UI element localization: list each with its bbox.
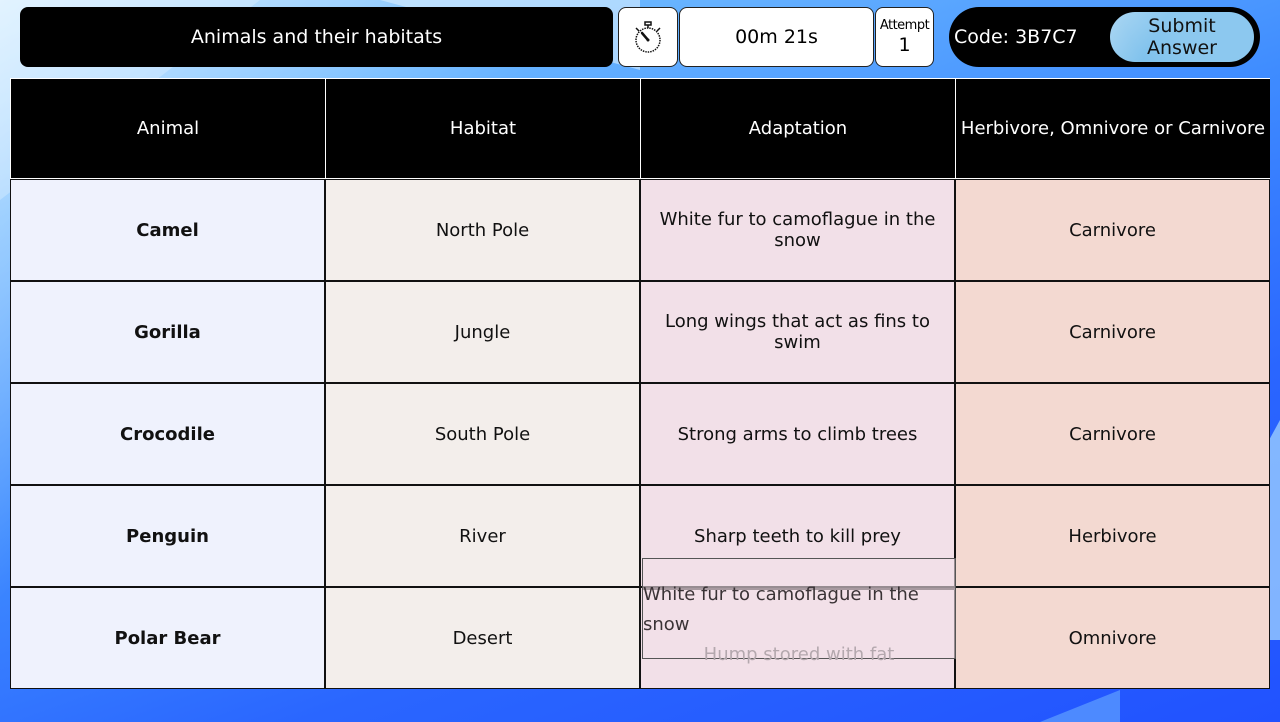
attempt-label: Attempt [879, 18, 930, 33]
diet-select[interactable]: Carnivore [955, 383, 1270, 485]
diet-select[interactable]: Omnivore [955, 587, 1270, 689]
elapsed-timer: 00m 21s [679, 7, 874, 67]
diet-select[interactable]: Herbivore [955, 485, 1270, 587]
column-header-adaptation: Adaptation [640, 78, 955, 179]
column-header-habitat: Habitat [325, 78, 640, 179]
adaptation-dropdown[interactable]: White fur to camoflague in the snow Hump… [642, 558, 956, 665]
matching-table: Animal Habitat Adaptation Herbivore, Omn… [10, 78, 1270, 689]
attempt-number: 1 [898, 34, 911, 56]
timer-value: 00m 21s [735, 26, 818, 48]
dropdown-option-list: White fur to camoflague in the snow Hump… [643, 584, 955, 665]
activity-title: Animals and their habitats [20, 7, 613, 67]
adaptation-select[interactable]: Long wings that act as fins to swim [640, 281, 955, 383]
activity-code: Code: 3B7C7 [954, 26, 1078, 48]
activity-title-text: Animals and their habitats [190, 26, 443, 48]
adaptation-select[interactable]: White fur to camoflague in the snow [640, 179, 955, 281]
background-facet [1040, 690, 1120, 722]
habitat-cell[interactable]: North Pole [325, 179, 640, 281]
diet-select[interactable]: Carnivore [955, 179, 1270, 281]
submit-answer-button[interactable]: Submit Answer [1110, 12, 1254, 62]
adaptation-select[interactable]: Strong arms to climb trees [640, 383, 955, 485]
submit-label-line1: Submit [1148, 15, 1216, 37]
habitat-cell[interactable]: Desert [325, 587, 640, 689]
diet-select[interactable]: Carnivore [955, 281, 1270, 383]
stopwatch-icon [635, 21, 661, 53]
animal-cell: Penguin [10, 485, 325, 587]
column-header-diet: Herbivore, Omnivore or Carnivore [955, 78, 1270, 179]
animal-cell: Crocodile [10, 383, 325, 485]
dropdown-option[interactable]: White fur to camoflague in the snow [643, 580, 955, 640]
timer-icon-button[interactable] [618, 7, 678, 67]
code-panel: Code: 3B7C7 Submit Answer [949, 7, 1260, 67]
habitat-cell[interactable]: Jungle [325, 281, 640, 383]
habitat-cell[interactable]: River [325, 485, 640, 587]
habitat-cell[interactable]: South Pole [325, 383, 640, 485]
animal-cell: Camel [10, 179, 325, 281]
column-header-animal: Animal [10, 78, 325, 179]
dropdown-option[interactable]: Hump stored with fat [704, 640, 895, 670]
animal-cell: Gorilla [10, 281, 325, 383]
submit-label-line2: Answer [1147, 37, 1217, 59]
animal-cell: Polar Bear [10, 587, 325, 689]
attempt-counter: Attempt 1 [875, 7, 934, 67]
